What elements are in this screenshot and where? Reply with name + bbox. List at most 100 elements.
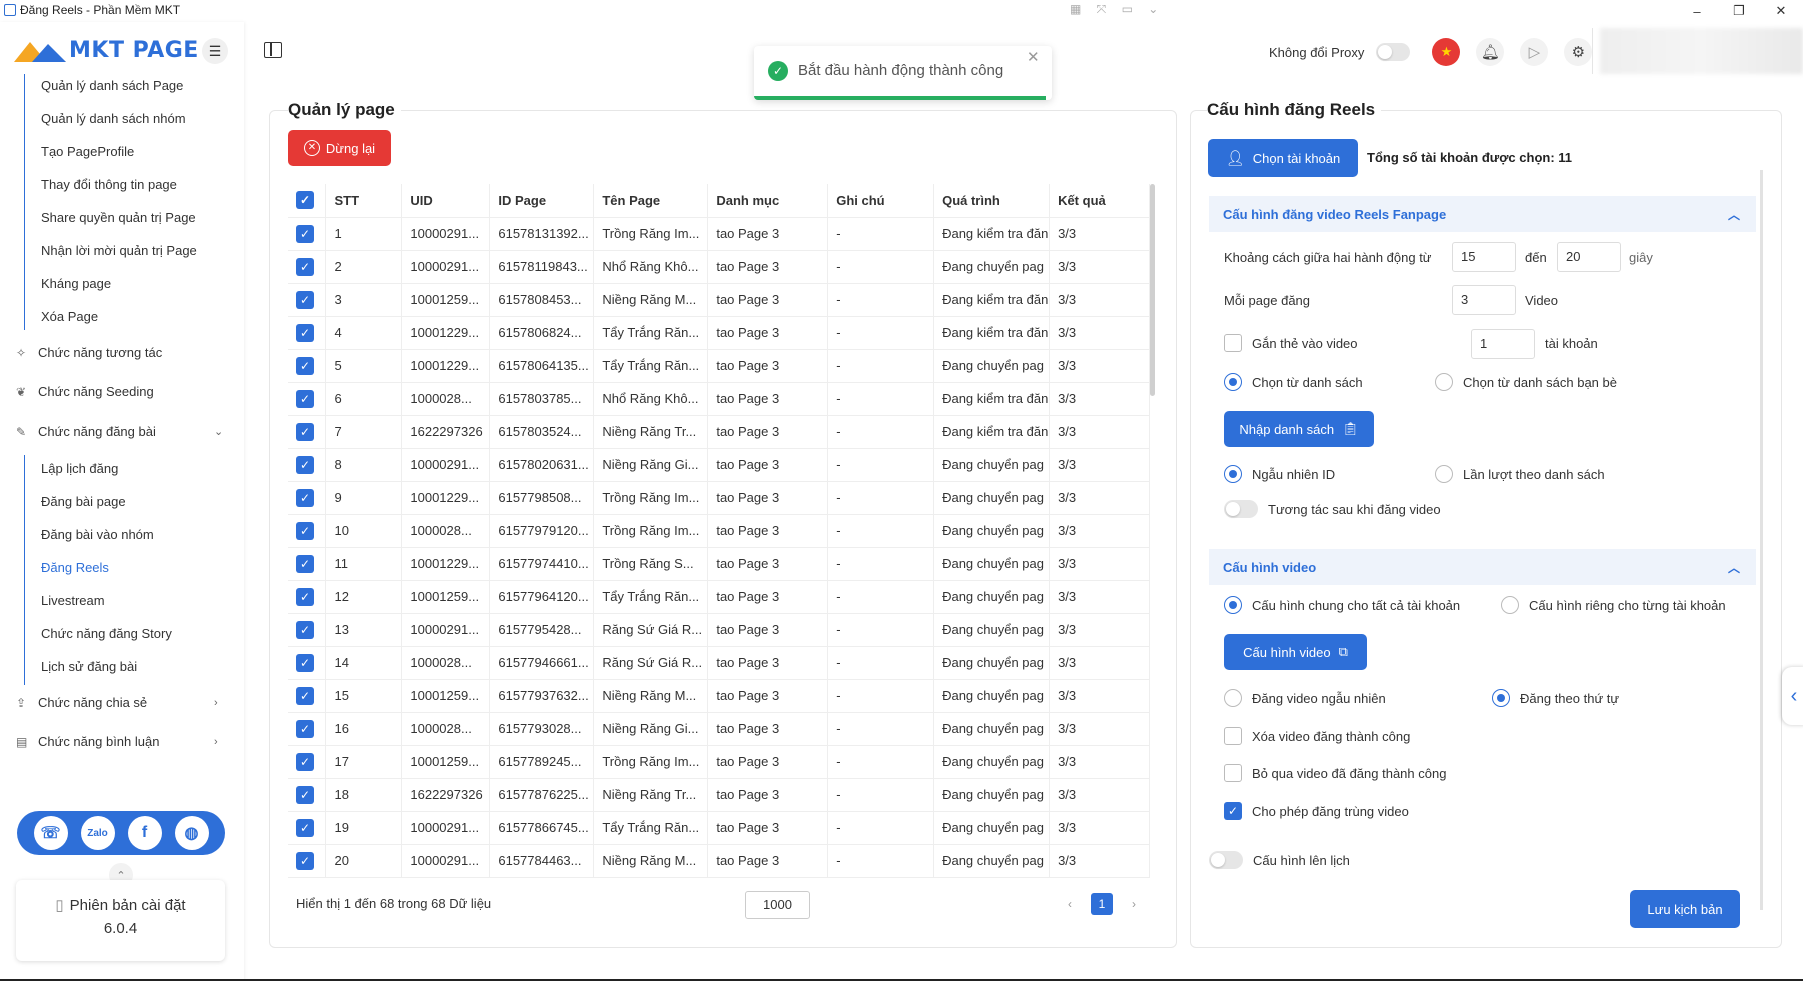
checkbox-checked[interactable]: ✓	[296, 587, 314, 606]
expand-panel-icon[interactable]: ‹	[1782, 667, 1803, 725]
table-row[interactable]: ✓ 17 10001259... 6157789245... Trồng Răng Im…	[288, 745, 1150, 779]
interact-after-toggle[interactable]	[1224, 500, 1258, 518]
globe-icon[interactable]: ◍	[174, 816, 209, 850]
interval-from-input[interactable]: 15	[1452, 242, 1516, 272]
column-header[interactable]: Tên Page	[593, 184, 709, 218]
schedule-toggle-row[interactable]: Cấu hình lên lịch	[1209, 851, 1350, 869]
checkbox-checked[interactable]: ✓	[296, 191, 314, 210]
tag-count-input[interactable]: 1	[1471, 329, 1535, 359]
sidebar-item-share-admin[interactable]: Share quyền quản trị Page	[41, 208, 196, 228]
vn-flag-icon[interactable]: ★	[1432, 38, 1461, 66]
row-checkbox[interactable]: ✓	[288, 349, 327, 383]
gear-icon[interactable]: ⚙	[1564, 38, 1593, 66]
zalo-icon[interactable]: Zalo	[80, 816, 115, 850]
table-row[interactable]: ✓ 3 10001259... 6157808453... Niềng Răng M..…	[288, 283, 1150, 317]
support-icon[interactable]: ☏	[33, 816, 68, 850]
select-all-checkbox[interactable]: ✓	[288, 184, 327, 218]
interact-after-toggle-row[interactable]: Tương tác sau khi đăng video	[1224, 500, 1441, 518]
sidebar-item-delete-page[interactable]: Xóa Page	[41, 307, 98, 327]
table-row[interactable]: ✓ 11 10001229... 61577974410... Trồng Răng S…	[288, 547, 1150, 581]
row-checkbox[interactable]: ✓	[288, 646, 327, 680]
sidebar-group-interact[interactable]: ✧ Chức năng tương tác	[16, 343, 162, 363]
table-row[interactable]: ✓ 5 10001229... 61578064135... Tẩy Trắng Răn…	[288, 349, 1150, 383]
row-checkbox[interactable]: ✓	[288, 250, 327, 284]
radio-from-friends[interactable]: Chọn từ danh sách bạn bè	[1435, 373, 1617, 391]
checkbox-checked[interactable]: ✓	[296, 422, 314, 441]
close-window-button[interactable]: ✕	[1760, 0, 1802, 22]
checkbox-checked[interactable]: ✓	[296, 818, 314, 837]
radio-from-list[interactable]: Chọn từ danh sách	[1224, 373, 1363, 391]
checkbox-checked[interactable]: ✓	[296, 785, 314, 804]
sidebar-item-create-pageprofile[interactable]: Tạo PageProfile	[41, 142, 134, 162]
checkbox-checked[interactable]: ✓	[296, 389, 314, 408]
sidebar-item-story[interactable]: Chức năng đăng Story	[41, 624, 172, 644]
table-row[interactable]: ✓ 2 10000291... 61578119843... Nhổ Răng Khô.…	[288, 250, 1150, 284]
sidebar-item-post-group[interactable]: Đăng bài vào nhóm	[41, 525, 154, 545]
facebook-icon[interactable]: f	[127, 816, 162, 850]
column-header[interactable]: UID	[401, 184, 491, 218]
sidebar-group-seeding[interactable]: ❦ Chức năng Seeding	[16, 382, 154, 402]
sidebar-item-schedule[interactable]: Lập lịch đăng	[41, 459, 118, 479]
table-row[interactable]: ✓ 9 10001229... 6157798508... Trồng Răng Im.…	[288, 481, 1150, 515]
video-config-button[interactable]: Cấu hình video ⧉	[1224, 634, 1367, 670]
table-row[interactable]: ✓ 15 10001259... 61577937632... Niềng Răng M…	[288, 679, 1150, 713]
user-profile-blurred[interactable]	[1600, 28, 1803, 74]
sidebar-item-appeal-page[interactable]: Kháng page	[41, 274, 111, 294]
table-row[interactable]: ✓ 7 1622297326 6157803524... Niềng Răng Tr..…	[288, 415, 1150, 449]
allow-duplicate-checkbox[interactable]: ✓ Cho phép đăng trùng video	[1224, 802, 1409, 820]
row-checkbox[interactable]: ✓	[288, 811, 327, 845]
table-row[interactable]: ✓ 8 10000291... 61578020631... Niềng Răng Gi…	[288, 448, 1150, 482]
sidebar-group-post[interactable]: ✎ Chức năng đăng bài ⌄	[16, 422, 230, 442]
sidebar-item-post-history[interactable]: Lịch sử đăng bài	[41, 657, 137, 677]
sidebar-item-post-page[interactable]: Đăng bài page	[41, 492, 126, 512]
radio-common-config[interactable]: Cấu hình chung cho tất cả tài khoản	[1224, 596, 1460, 614]
minimize-button[interactable]: –	[1676, 0, 1718, 22]
checkbox-checked[interactable]: ✓	[296, 356, 314, 375]
maximize-button[interactable]: ❐	[1718, 0, 1760, 22]
checkbox-checked[interactable]: ✓	[296, 521, 314, 540]
checkbox-checked[interactable]: ✓	[296, 488, 314, 507]
table-scrollbar[interactable]	[1150, 184, 1155, 396]
section-video-config-header[interactable]: Cấu hình video ︿	[1209, 549, 1756, 585]
section-reels-fanpage-header[interactable]: Cấu hình đăng video Reels Fanpage ︿	[1209, 196, 1756, 232]
play-icon[interactable]: ▷	[1520, 38, 1549, 66]
page-size-input[interactable]: 1000	[745, 891, 810, 919]
checkbox-checked[interactable]: ✓	[296, 851, 314, 870]
row-checkbox[interactable]: ✓	[288, 514, 327, 548]
row-checkbox[interactable]: ✓	[288, 679, 327, 713]
proxy-toggle[interactable]	[1376, 43, 1411, 61]
sidebar-item-page-list[interactable]: Quản lý danh sách Page	[41, 76, 183, 96]
sidebar-group-comment[interactable]: ▤ Chức năng bình luận ›	[16, 732, 230, 752]
sidebar-item-accept-admin[interactable]: Nhận lời mời quản trị Page	[41, 241, 197, 261]
column-header[interactable]: STT	[325, 184, 403, 218]
radio-each-config[interactable]: Cấu hình riêng cho từng tài khoản	[1501, 596, 1726, 614]
next-page-button[interactable]: ›	[1123, 893, 1145, 915]
table-row[interactable]: ✓ 14 1000028... 61577946661... Răng Sứ Giá R…	[288, 646, 1150, 680]
sidebar-item-group-list[interactable]: Quản lý danh sách nhóm	[41, 109, 186, 129]
row-checkbox[interactable]: ✓	[288, 778, 327, 812]
row-checkbox[interactable]: ✓	[288, 580, 327, 614]
row-checkbox[interactable]: ✓	[288, 217, 327, 251]
delete-posted-checkbox[interactable]: Xóa video đăng thành công	[1224, 727, 1410, 745]
column-header[interactable]: Ghi chú	[827, 184, 935, 218]
table-row[interactable]: ✓ 12 10001259... 61577964120... Tẩy Trắng Ră…	[288, 580, 1150, 614]
column-header[interactable]: Danh mục	[707, 184, 829, 218]
checkbox-checked[interactable]: ✓	[296, 224, 314, 243]
table-row[interactable]: ✓ 16 1000028... 6157793028... Niềng Răng Gi.…	[288, 712, 1150, 746]
schedule-toggle[interactable]	[1209, 851, 1243, 869]
save-scenario-button[interactable]: Lưu kịch bản	[1630, 890, 1740, 928]
checkbox-checked[interactable]: ✓	[296, 323, 314, 342]
column-header[interactable]: ID Page	[489, 184, 595, 218]
radio-post-in-order[interactable]: Đăng theo thứ tự	[1492, 689, 1619, 707]
row-checkbox[interactable]: ✓	[288, 382, 327, 416]
panel-layout-icon[interactable]	[264, 42, 282, 58]
page-1-button[interactable]: 1	[1091, 893, 1113, 915]
row-checkbox[interactable]: ✓	[288, 712, 327, 746]
sidebar-item-change-page-info[interactable]: Thay đổi thông tin page	[41, 175, 177, 195]
sidebar-item-reels[interactable]: Đăng Reels	[41, 558, 109, 578]
checkbox-checked[interactable]: ✓	[296, 752, 314, 771]
interval-to-input[interactable]: 20	[1557, 242, 1621, 272]
table-row[interactable]: ✓ 10 1000028... 61577979120... Trồng Răng Im…	[288, 514, 1150, 548]
per-page-input[interactable]: 3	[1452, 285, 1516, 315]
column-header[interactable]: Kết quả	[1049, 184, 1150, 218]
